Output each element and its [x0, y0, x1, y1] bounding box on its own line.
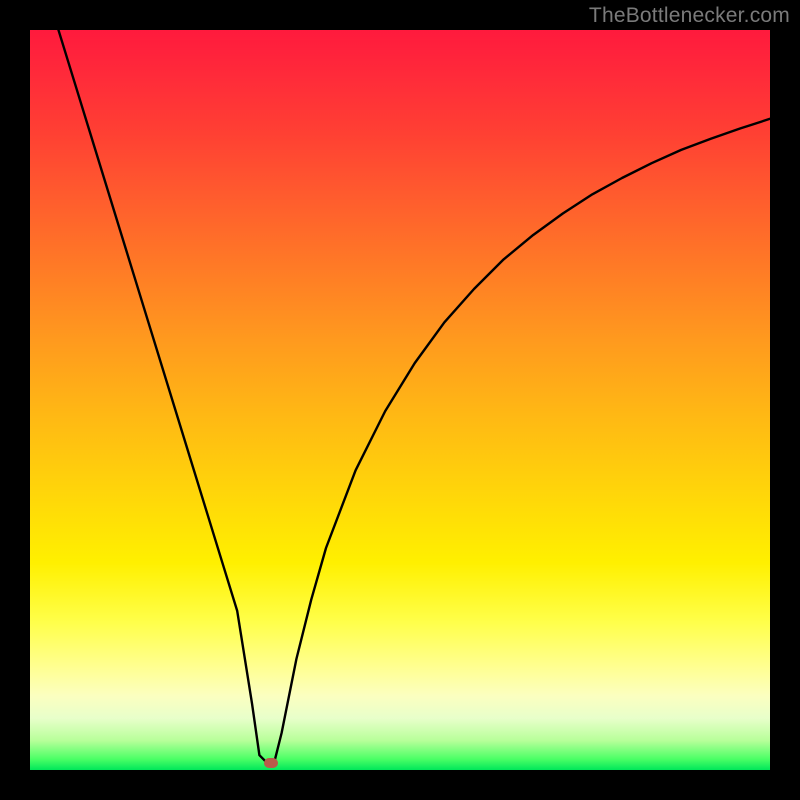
- minimum-marker: [264, 758, 278, 768]
- chart-plot-area: [30, 30, 770, 770]
- bottleneck-curve: [30, 30, 770, 763]
- chart-frame: TheBottlenecker.com: [0, 0, 800, 800]
- curve-svg: [30, 30, 770, 770]
- watermark-text: TheBottlenecker.com: [589, 4, 790, 28]
